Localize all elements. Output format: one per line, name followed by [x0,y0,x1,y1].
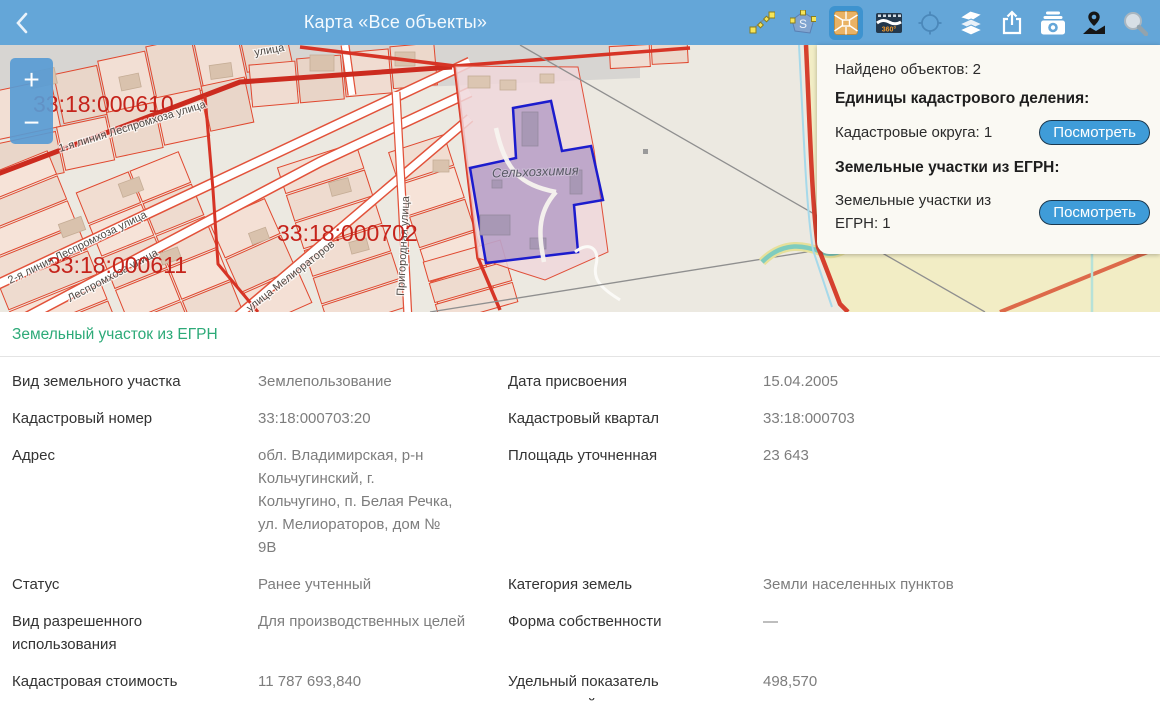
locate-button[interactable] [915,6,945,40]
measure-area-icon: S [790,10,816,36]
field-value: Ранее учтенный [258,566,508,603]
cadastral-districts-row: Кадастровые округа: 1 Посмотреть [835,120,1150,145]
search-icon [1122,10,1148,36]
map-canvas[interactable]: 1-я линия Леспромхоза улица Леспромхоза … [0,45,1160,312]
field-value: 15.04.2005 [763,363,1160,400]
details-title: Земельный участок из ЕГРН [12,326,1148,344]
zoom-out-button[interactable]: − [10,101,53,144]
quarter-label-611: 33:18:000611 [48,252,187,278]
quarter-label-702: 33:18:000702 [277,220,418,246]
field-label: Вид земельного участка [12,363,208,400]
zoom-in-button[interactable]: + [10,58,53,101]
share-icon [999,10,1025,36]
field-label: Удельный показатель кадастровой стоимост… [508,663,704,701]
field-value: Для производственных целей [258,603,508,663]
screenshot-camera-icon [1039,10,1067,36]
svg-text:360°: 360° [882,25,897,33]
cadastral-districts-count: Кадастровые округа: 1 [835,121,1020,144]
chevron-left-icon [14,11,30,35]
page-title: Карта «Все объекты» [44,12,747,33]
search-results-panel: Найдено объектов: 2 Единицы кадастрового… [817,45,1160,254]
field-value: 33:18:000703 [763,400,1160,437]
panorama-360-button[interactable]: 360° [874,6,904,40]
search-button[interactable] [1120,6,1150,40]
field-value: 23 643 [763,437,1160,566]
selected-parcel-label: Сельхозхимия [492,162,579,180]
field-label: Площадь уточненная [508,437,704,566]
field-label: Кадастровый квартал [508,400,704,437]
field-label: Категория земель [508,566,704,603]
app-header: Карта «Все объекты» S [0,0,1160,45]
field-label: Статус [12,566,208,603]
back-button[interactable] [14,6,44,40]
cadastral-objects-button[interactable] [829,6,863,40]
egrn-parcels-row: Земельные участки из ЕГРН: 1 Посмотреть [835,189,1150,236]
toolbar: S [747,6,1150,40]
field-value: — [763,603,1160,663]
objects-inspector-button[interactable] [1079,6,1109,40]
measure-distance-icon [749,10,775,36]
quarter-label-610: 33:18:000610 [33,91,174,117]
person-map-pin-icon [1080,10,1108,36]
view-districts-button[interactable]: Посмотреть [1039,120,1150,145]
locate-icon [917,10,943,36]
field-value: 11 787 693,840 [258,663,508,701]
zoom-control: + − [10,58,53,144]
view-parcels-button[interactable]: Посмотреть [1039,200,1150,225]
app: Карта «Все объекты» S [0,0,1160,701]
screenshot-button[interactable] [1038,6,1068,40]
field-label: Форма собственности [508,603,704,663]
field-value: 498,570 [763,663,1160,701]
cadastral-objects-icon [833,10,859,36]
layers-button[interactable] [956,6,986,40]
field-value: Земли населенных пунктов [763,566,1160,603]
details-grid: Вид земельного участка Землепользование … [0,357,1160,701]
field-label: Адрес [12,437,208,566]
field-value: Землепользование [258,363,508,400]
field-value-address: обл. Владимирская, р-н Кольчугинский, г.… [258,437,474,566]
field-label: Дата присвоения [508,363,704,400]
measure-area-button[interactable]: S [788,6,818,40]
section-cadastral-division-title: Единицы кадастрового деления: [835,90,1150,108]
found-objects-count: Найдено объектов: 2 [835,61,1150,78]
measure-distance-button[interactable] [747,6,777,40]
share-button[interactable] [997,6,1027,40]
layers-icon [958,10,984,36]
field-value: 33:18:000703:20 [258,400,508,437]
egrn-parcels-count: Земельные участки из ЕГРН: 1 [835,189,1020,236]
section-egrn-parcels-title: Земельные участки из ЕГРН: [835,159,1150,177]
svg-text:S: S [799,17,807,31]
field-label: Вид разрешенного использования [12,603,208,663]
parcel-details: Земельный участок из ЕГРН Вид земельного… [0,312,1160,701]
field-label: Кадастровая стоимость [12,663,208,701]
panorama-360-icon: 360° [875,10,903,36]
field-label: Кадастровый номер [12,400,208,437]
